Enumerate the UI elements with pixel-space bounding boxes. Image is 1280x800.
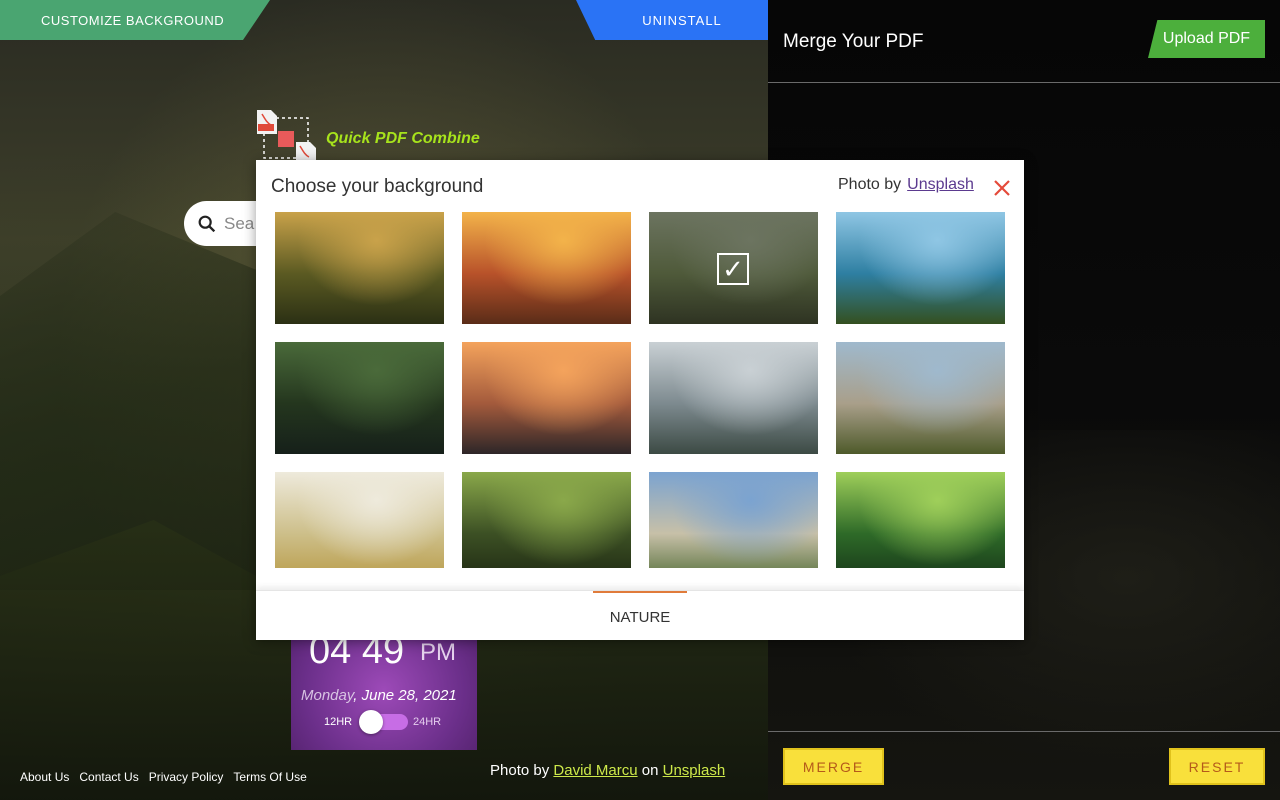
background-thumbnail-tree-valley[interactable] — [275, 212, 444, 324]
background-thumbnail-green-canopy[interactable] — [836, 472, 1005, 568]
footer-links: About Us Contact Us Privacy Policy Terms… — [20, 770, 307, 784]
photo-credit: Photo by David Marcu on Unsplash — [490, 762, 725, 779]
modal-title: Choose your background — [271, 176, 484, 197]
format-24hr-label: 24HR — [413, 716, 442, 728]
background-chooser-modal: Choose your background Photo by Unsplash … — [256, 160, 1024, 640]
category-tabs: NATURE — [256, 590, 1024, 640]
reset-button[interactable]: RESET — [1169, 748, 1265, 785]
close-icon[interactable] — [992, 178, 1012, 198]
merge-panel-header: Merge Your PDF Upload PDF — [768, 0, 1280, 83]
format-12hr-label: 12HR — [324, 716, 353, 728]
selected-check-icon: ✓ — [717, 253, 749, 285]
customize-background-button[interactable]: CUSTOMIZE BACKGROUND — [0, 0, 270, 40]
background-thumbnail-autumn-forest[interactable] — [462, 212, 631, 324]
app-logo: Quick PDF Combine — [256, 108, 486, 164]
time-format-toggle[interactable] — [359, 710, 408, 734]
thumbnail-grid: ✓ — [275, 212, 1005, 568]
search-input[interactable]: Sea — [224, 214, 254, 234]
upload-pdf-button[interactable]: Upload PDF — [1148, 20, 1265, 58]
background-thumbnail-misty-hills[interactable] — [649, 472, 818, 568]
footer-link-contact[interactable]: Contact Us — [79, 770, 138, 784]
toggle-knob[interactable] — [359, 710, 383, 734]
modal-unsplash-link[interactable]: Unsplash — [907, 176, 974, 193]
clock-date-text: June 28, 2021 — [357, 687, 457, 704]
logo-text: Quick PDF Combine — [326, 130, 480, 147]
background-thumbnail-forest-bridge[interactable] — [275, 342, 444, 454]
background-thumbnail-alpine-lake[interactable] — [649, 342, 818, 454]
background-thumbnail-cliff-view[interactable]: ✓ — [649, 212, 818, 324]
background-thumbnail-lake-island[interactable] — [836, 212, 1005, 324]
modal-photo-credit: Photo by Unsplash — [838, 176, 974, 194]
footer-link-terms[interactable]: Terms Of Use — [233, 770, 306, 784]
photographer-link[interactable]: David Marcu — [553, 762, 637, 779]
unsplash-link[interactable]: Unsplash — [663, 762, 726, 779]
modal-photo-by-label: Photo by — [838, 176, 902, 193]
uninstall-button[interactable]: UNINSTALL — [576, 0, 768, 40]
background-thumbnail-lone-tree-field[interactable] — [275, 472, 444, 568]
clock-date: Monday, June 28, 2021 — [301, 687, 457, 704]
background-thumbnail-mountain-sunset[interactable] — [462, 342, 631, 454]
clock-ampm: PM — [420, 639, 456, 666]
background-thumbnail-granite-cliff[interactable] — [836, 342, 1005, 454]
photo-on-label: on — [641, 762, 659, 779]
merge-panel-title: Merge Your PDF — [783, 31, 924, 52]
merge-button[interactable]: MERGE — [783, 748, 884, 785]
photo-by-label: Photo by — [490, 762, 550, 779]
pdf-combine-logo-icon — [257, 110, 316, 164]
background-thumbnail-sunlit-woods[interactable] — [462, 472, 631, 568]
search-icon[interactable] — [196, 213, 218, 235]
footer-link-privacy[interactable]: Privacy Policy — [149, 770, 224, 784]
clock-day: Monday — [301, 687, 354, 704]
merge-panel-footer: MERGE RESET — [768, 731, 1280, 800]
tab-nature[interactable]: NATURE — [593, 591, 687, 641]
footer-link-about[interactable]: About Us — [20, 770, 69, 784]
